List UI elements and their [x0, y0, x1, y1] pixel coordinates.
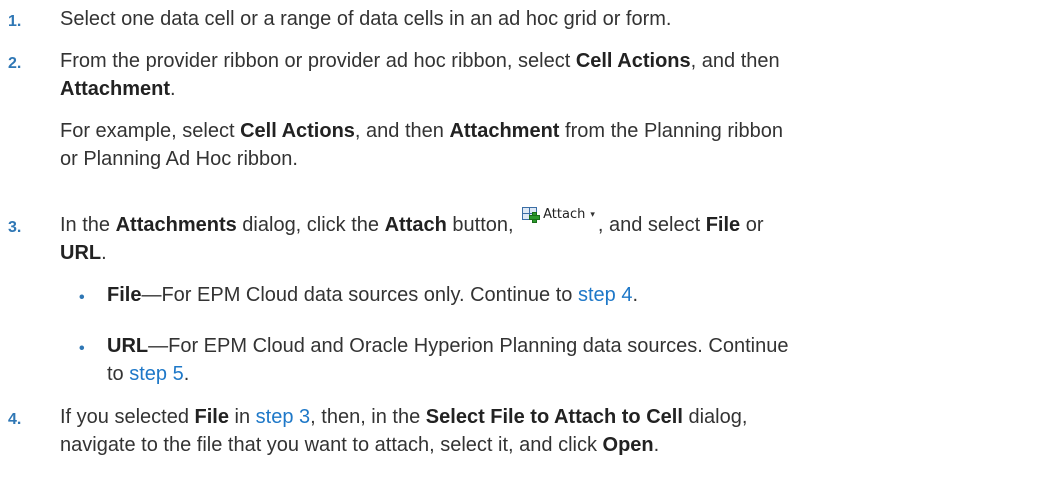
step-text: In the Attachments dialog, click the Att… [60, 207, 764, 239]
ui-term: File [705, 214, 741, 236]
attach-cell-icon [522, 207, 541, 223]
step-text: navigate to the file that you want to at… [60, 434, 660, 456]
step-5-link[interactable]: step 5 [129, 363, 183, 385]
step-number: 4. [8, 411, 22, 428]
ui-term: URL [107, 335, 149, 357]
ui-term: Attachment [449, 120, 560, 142]
ui-term: Attach [384, 214, 447, 236]
chevron-down-icon: ▾ [590, 210, 595, 220]
step-text: From the provider ribbon or provider ad … [60, 50, 780, 72]
bullet-item-url: URL—For EPM Cloud and Oracle Hyperion Pl… [107, 335, 789, 357]
step-text: Attachment. [60, 78, 176, 100]
bullet-item-file: File—For EPM Cloud data sources only. Co… [107, 284, 639, 306]
step-number: 1. [8, 13, 22, 30]
step-text: URL. [60, 242, 107, 264]
ui-term: Cell Actions [240, 120, 355, 142]
ui-term: Cell Actions [575, 50, 691, 72]
step-number: 2. [8, 55, 22, 72]
step-4-link[interactable]: step 4 [578, 284, 632, 306]
step-number: 3. [8, 219, 22, 236]
instructions-document: 1. Select one data cell or a range of da… [0, 0, 1039, 501]
ui-term: File [194, 406, 229, 428]
ui-term: File [107, 284, 142, 306]
step-note: or Planning Ad Hoc ribbon. [60, 148, 298, 170]
ui-term: Attachment [60, 78, 171, 100]
bullet-icon: • [79, 289, 85, 306]
attach-button-image: Attach ▾ [519, 203, 598, 227]
step-text: If you selected File in step 3, then, in… [60, 406, 748, 428]
ui-term: Attachments [115, 214, 237, 236]
bullet-item-url-cont: to step 5. [107, 363, 190, 385]
step-3-link[interactable]: step 3 [256, 406, 310, 428]
step-text: Select one data cell or a range of data … [60, 8, 672, 30]
ui-term: Select File to Attach to Cell [425, 406, 683, 428]
ui-term: URL [60, 242, 102, 264]
ui-term: Open [602, 434, 654, 456]
bullet-icon: • [79, 340, 85, 357]
step-note: For example, select Cell Actions, and th… [60, 120, 783, 142]
